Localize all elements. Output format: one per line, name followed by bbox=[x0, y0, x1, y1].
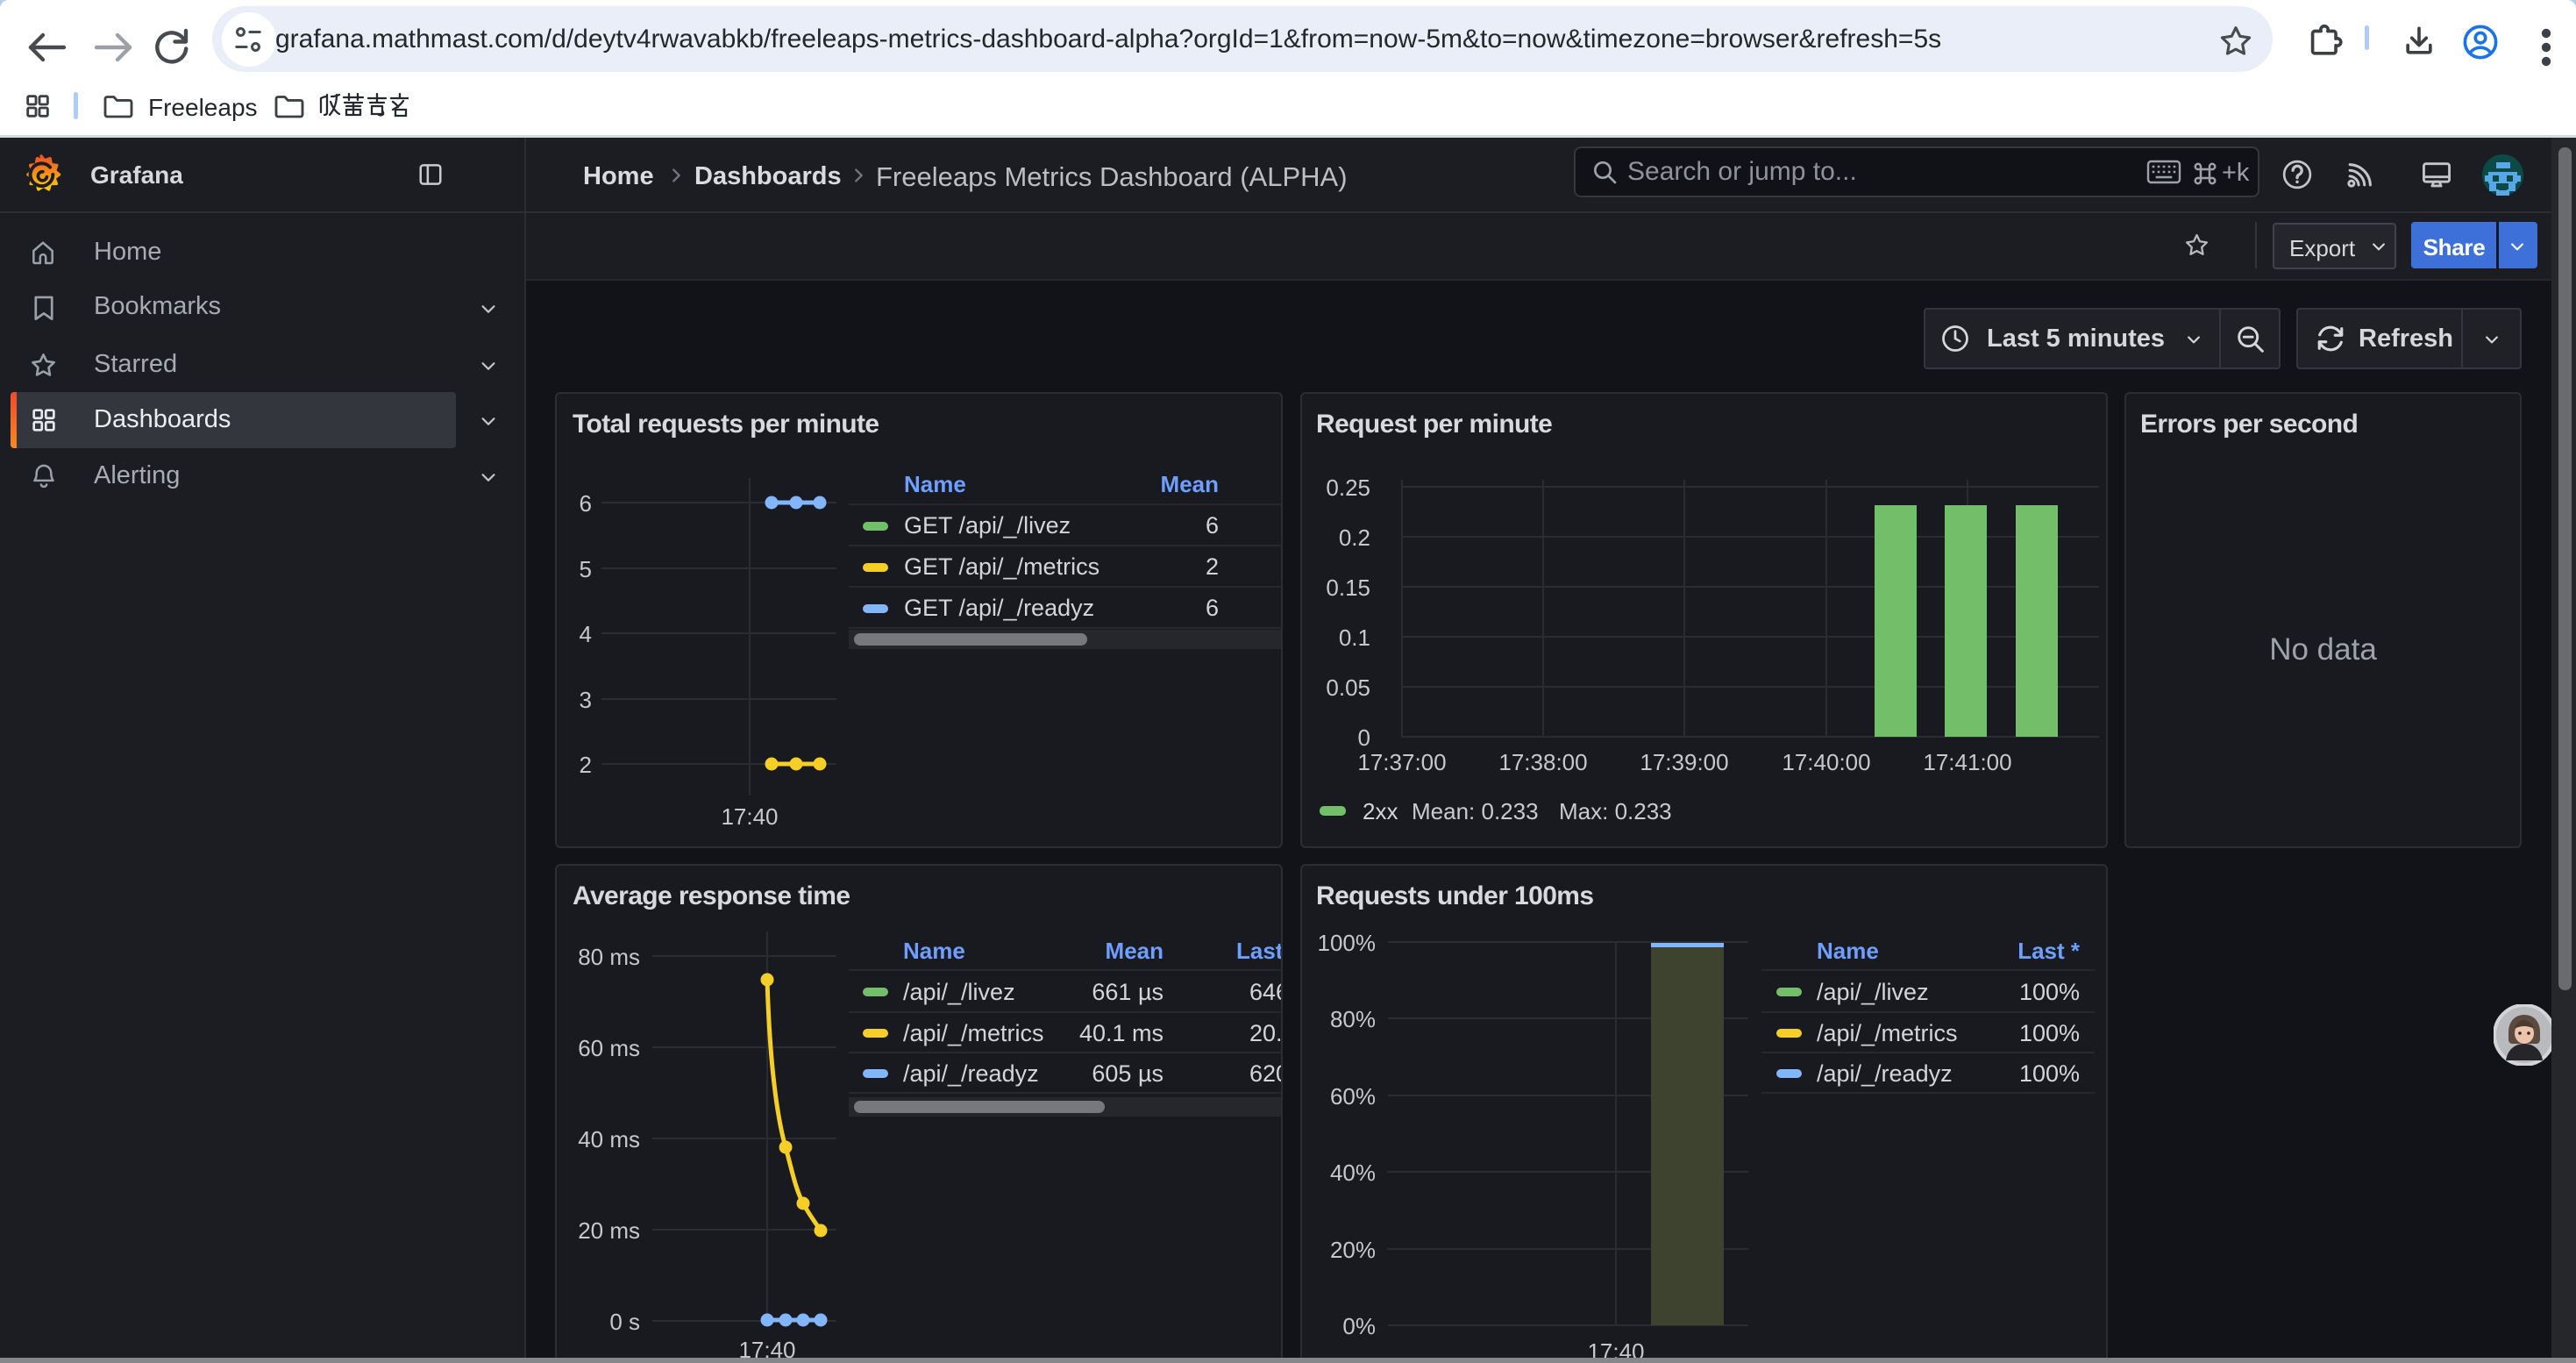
svg-text:40%: 40% bbox=[1330, 1160, 1376, 1186]
svg-text:60 ms: 60 ms bbox=[578, 1035, 640, 1061]
svg-text:0.25: 0.25 bbox=[1326, 475, 1370, 501]
svg-text:3: 3 bbox=[580, 687, 592, 713]
svg-text:5: 5 bbox=[580, 556, 592, 582]
svg-text:0.05: 0.05 bbox=[1326, 674, 1370, 701]
svg-text:0: 0 bbox=[1358, 724, 1370, 751]
svg-text:17:39:00: 17:39:00 bbox=[1640, 749, 1728, 775]
svg-text:0 s: 0 s bbox=[609, 1309, 640, 1335]
svg-text:80 ms: 80 ms bbox=[578, 944, 640, 970]
svg-text:60%: 60% bbox=[1330, 1083, 1376, 1110]
svg-text:2: 2 bbox=[580, 752, 592, 778]
svg-text:0%: 0% bbox=[1342, 1313, 1376, 1339]
svg-text:0.2: 0.2 bbox=[1339, 525, 1370, 551]
svg-text:0.1: 0.1 bbox=[1339, 624, 1370, 651]
svg-text:17:40:00: 17:40:00 bbox=[1782, 749, 1870, 775]
svg-text:4: 4 bbox=[580, 621, 592, 647]
svg-text:17:40: 17:40 bbox=[721, 803, 778, 830]
svg-text:6: 6 bbox=[580, 490, 592, 517]
svg-text:80%: 80% bbox=[1330, 1006, 1376, 1032]
svg-text:17:38:00: 17:38:00 bbox=[1498, 749, 1587, 775]
svg-text:100%: 100% bbox=[1318, 930, 1377, 956]
svg-text:40 ms: 40 ms bbox=[578, 1126, 640, 1152]
svg-text:20%: 20% bbox=[1330, 1237, 1376, 1263]
svg-text:0.15: 0.15 bbox=[1326, 574, 1370, 601]
svg-text:17:37:00: 17:37:00 bbox=[1357, 749, 1446, 775]
svg-text:20 ms: 20 ms bbox=[578, 1217, 640, 1244]
svg-text:17:41:00: 17:41:00 bbox=[1923, 749, 2011, 775]
